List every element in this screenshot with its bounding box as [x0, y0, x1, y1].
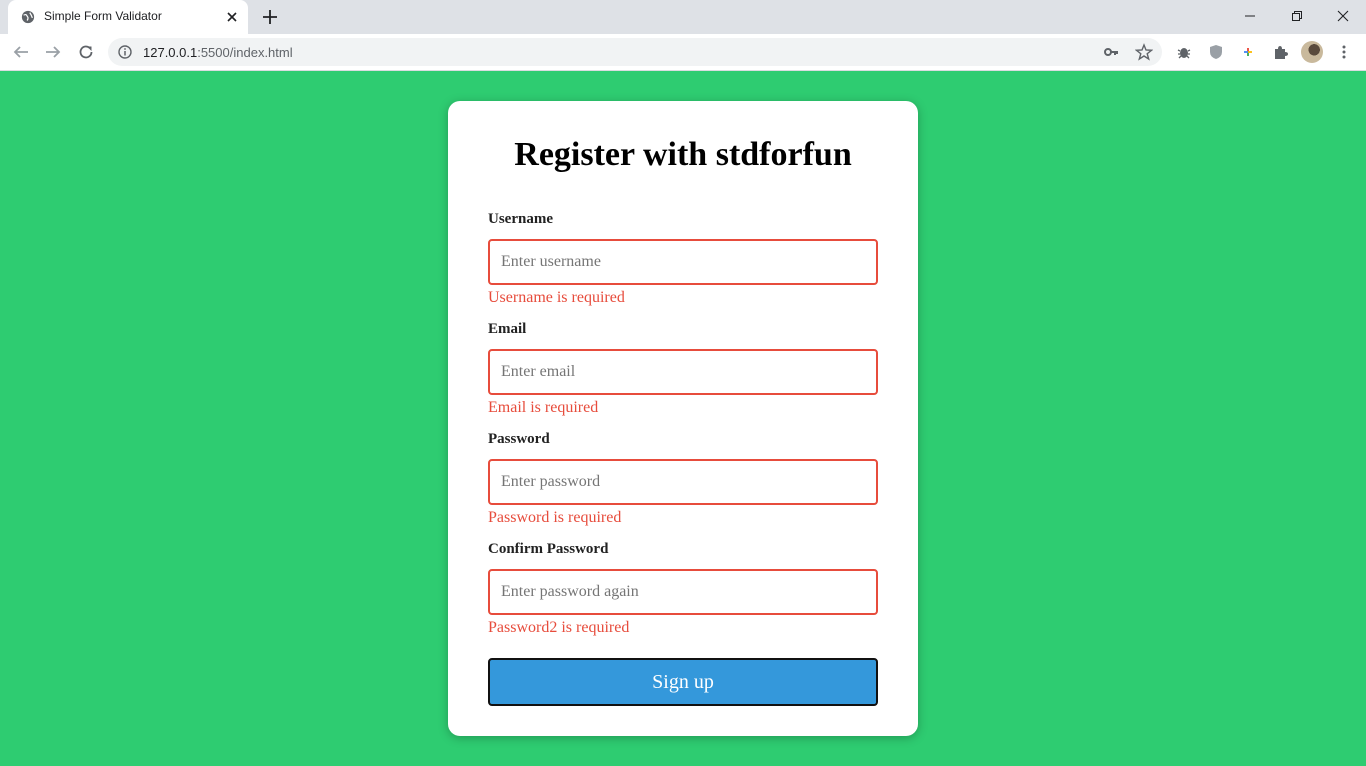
email-error: Email is required — [488, 399, 599, 416]
url-host: 127.0.0.1 — [143, 45, 198, 60]
globe-icon — [21, 10, 35, 24]
info-icon[interactable] — [118, 45, 132, 59]
arrow-left-icon — [13, 46, 28, 58]
shield-icon — [1210, 45, 1222, 59]
address-bar[interactable]: 127.0.0.1:5500/index.html — [108, 38, 1162, 66]
minimize-icon — [1245, 15, 1255, 17]
forward-button[interactable] — [43, 42, 63, 62]
password-label: Password — [488, 431, 550, 447]
confirm-password-label: Confirm Password — [488, 541, 609, 557]
username-input[interactable] — [488, 239, 878, 285]
url-text[interactable]: 127.0.0.1:5500/index.html — [143, 45, 293, 60]
new-tab-icon[interactable] — [260, 7, 280, 27]
menu-button[interactable] — [1334, 42, 1354, 62]
password-input[interactable] — [488, 459, 878, 505]
confirm-password-field-group: Confirm Password Password2 is required — [488, 541, 878, 637]
email-label: Email — [488, 321, 527, 337]
close-tab-icon[interactable] — [224, 9, 240, 25]
browser-tab[interactable]: Simple Form Validator — [8, 0, 248, 34]
close-window-button[interactable] — [1320, 0, 1366, 32]
restore-icon — [1292, 11, 1302, 21]
email-field-group: Email Email is required — [488, 321, 878, 417]
back-button[interactable] — [11, 42, 31, 62]
email-input[interactable] — [488, 349, 878, 395]
tab-strip: Simple Form Validator — [0, 0, 1366, 34]
star-icon[interactable] — [1135, 43, 1153, 61]
restore-button[interactable] — [1274, 0, 1320, 32]
browser-toolbar: 127.0.0.1:5500/index.html — [0, 34, 1366, 71]
url-path: :5500/index.html — [197, 45, 293, 60]
extension-shield-button[interactable] — [1206, 42, 1226, 62]
reload-button[interactable] — [76, 42, 96, 62]
sign-up-button[interactable]: Sign up — [488, 658, 878, 706]
arrow-right-icon — [46, 46, 61, 58]
key-icon[interactable] — [1103, 44, 1119, 60]
username-error: Username is required — [488, 289, 625, 306]
extension-bug-button[interactable] — [1174, 42, 1194, 62]
register-form-card: Register with stdforfun Username Usernam… — [448, 101, 918, 736]
reload-icon — [79, 45, 93, 59]
extension-plus-button[interactable] — [1238, 42, 1258, 62]
password-error: Password is required — [488, 509, 622, 526]
plus-icon — [1241, 45, 1255, 59]
confirm-password-input[interactable] — [488, 569, 878, 615]
more-vert-icon — [1342, 45, 1346, 59]
form-title: Register with stdforfun — [514, 136, 852, 173]
extensions-button[interactable] — [1270, 42, 1290, 62]
tab-title: Simple Form Validator — [44, 9, 162, 23]
puzzle-icon — [1275, 46, 1288, 59]
username-label: Username — [488, 211, 553, 227]
confirm-password-error: Password2 is required — [488, 619, 630, 636]
close-icon — [1337, 10, 1349, 22]
username-field-group: Username Username is required — [488, 211, 878, 307]
profile-avatar[interactable] — [1301, 41, 1323, 63]
bug-icon — [1177, 48, 1191, 59]
password-field-group: Password Password is required — [488, 431, 878, 527]
minimize-button[interactable] — [1227, 0, 1273, 32]
